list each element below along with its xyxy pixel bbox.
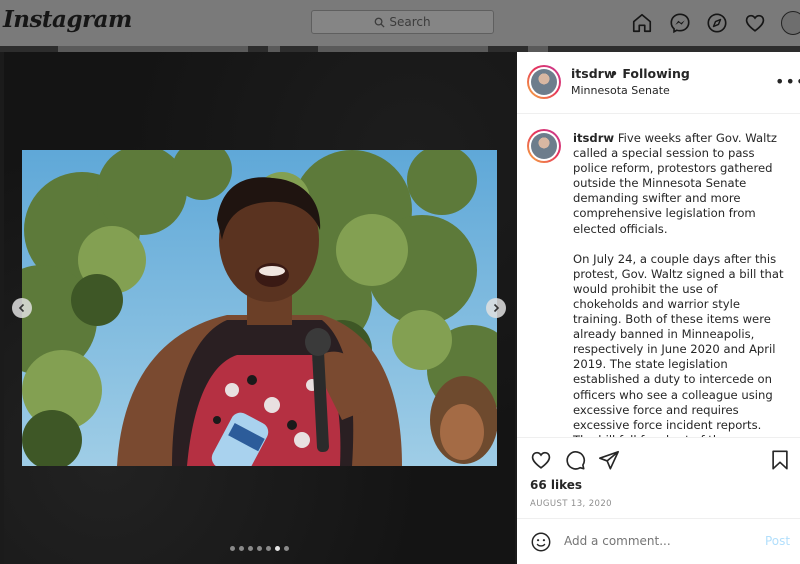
author-username[interactable]: itsdrw	[571, 66, 615, 81]
post-actions: 66 likes AUGUST 13, 2020 Post	[517, 437, 800, 564]
search-placeholder: Search	[389, 15, 431, 29]
caption-area[interactable]: itsdrw Five weeks after Gov. Waltz calle…	[517, 115, 800, 437]
like-heart-icon[interactable]	[530, 449, 552, 471]
messenger-icon[interactable]	[669, 12, 691, 34]
carousel-dot	[239, 546, 244, 551]
instagram-logo[interactable]: Instagram	[3, 6, 132, 33]
post-side-panel: itsdrw • Following Minnesota Senate ••• …	[517, 52, 800, 564]
search-icon	[375, 17, 385, 28]
carousel-dot	[230, 546, 235, 551]
share-icon[interactable]	[598, 449, 620, 471]
caption-paragraph-1: Five weeks after Gov. Waltz called a spe…	[573, 131, 777, 236]
emoji-icon[interactable]	[530, 531, 552, 553]
carousel-dot	[275, 546, 280, 551]
carousel-dot	[257, 546, 262, 551]
add-comment-row: Post	[517, 518, 800, 564]
author-avatar[interactable]	[527, 65, 561, 99]
carousel-prev-button[interactable]	[12, 298, 32, 318]
post-comment-button[interactable]: Post	[765, 534, 790, 548]
likes-count[interactable]: 66 likes	[530, 478, 582, 492]
carousel-dot	[266, 546, 271, 551]
caption-text: itsdrw Five weeks after Gov. Waltz calle…	[573, 131, 785, 437]
carousel-next-button[interactable]	[486, 298, 506, 318]
post-date[interactable]: AUGUST 13, 2020	[530, 499, 612, 509]
caption-author-avatar[interactable]	[527, 129, 561, 163]
comment-icon[interactable]	[564, 449, 586, 471]
post-header: itsdrw • Following Minnesota Senate •••	[517, 52, 800, 114]
carousel-dot	[284, 546, 289, 551]
caption-username[interactable]: itsdrw	[573, 131, 614, 145]
post-photo[interactable]	[22, 150, 497, 466]
post-location[interactable]: Minnesota Senate	[571, 84, 670, 97]
home-icon[interactable]	[631, 12, 653, 34]
profile-avatar[interactable]	[781, 11, 800, 35]
bookmark-icon[interactable]	[769, 449, 791, 471]
chevron-left-icon	[18, 303, 25, 313]
comment-input[interactable]	[564, 534, 744, 548]
more-options-icon[interactable]: •••	[775, 72, 800, 91]
following-status[interactable]: • Following	[610, 66, 690, 81]
carousel-indicator	[230, 546, 289, 551]
carousel-dot	[248, 546, 253, 551]
search-box[interactable]: Search	[311, 10, 494, 34]
chevron-right-icon	[493, 303, 500, 313]
heart-icon[interactable]	[744, 12, 766, 34]
explore-icon[interactable]	[706, 12, 728, 34]
top-nav: Instagram Search	[0, 0, 800, 46]
caption-paragraph-2: On July 24, a couple days after this pro…	[573, 251, 784, 437]
